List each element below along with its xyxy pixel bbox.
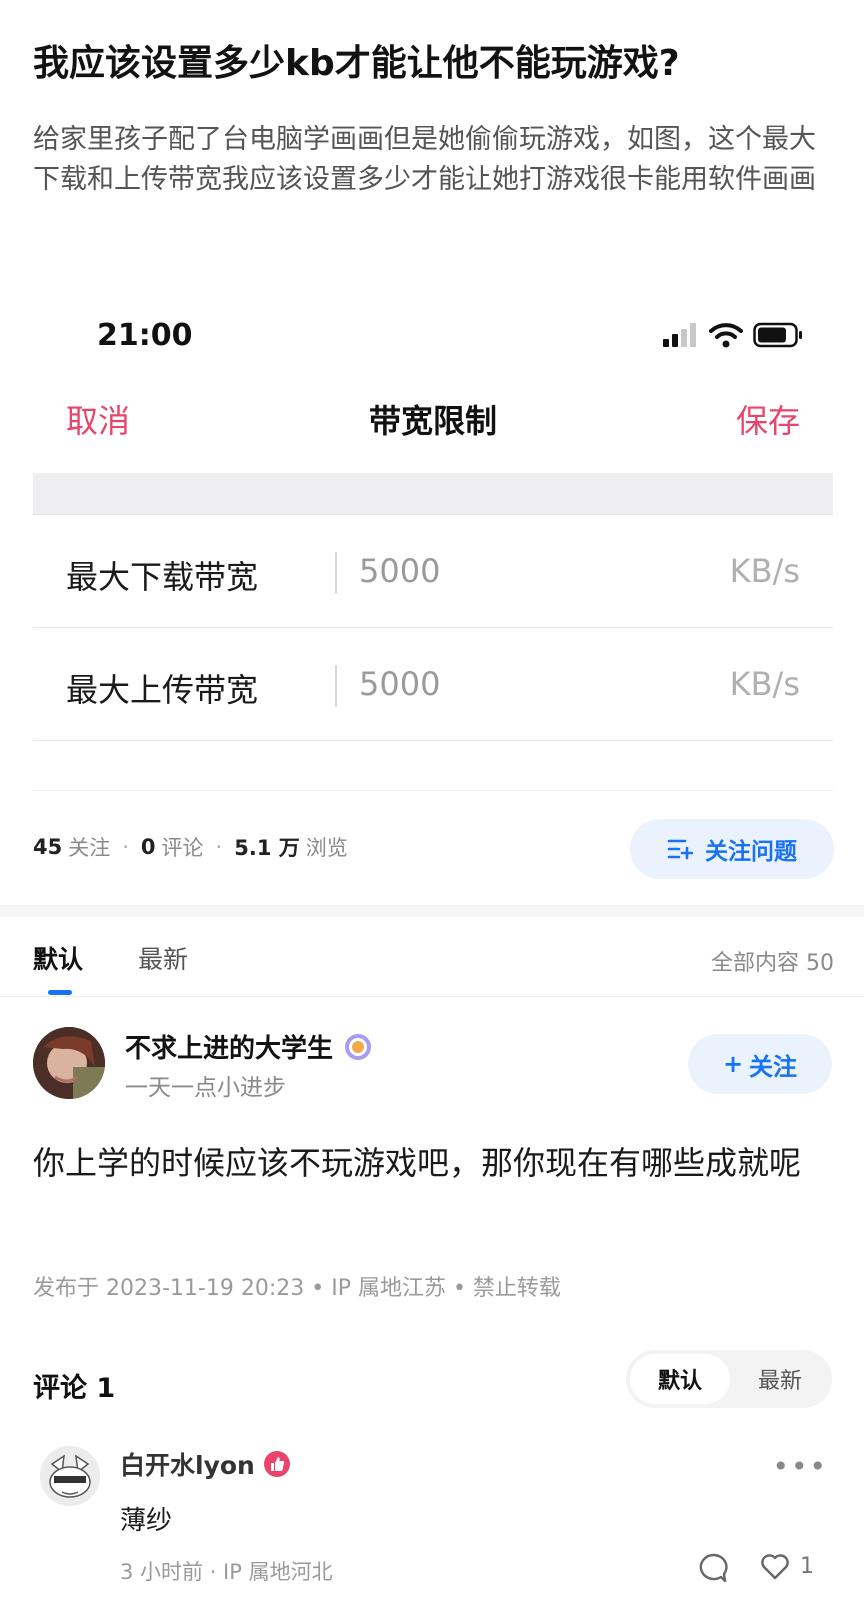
upload-bandwidth-unit: KB/s bbox=[729, 665, 800, 703]
views-label: 浏览 bbox=[305, 836, 348, 860]
bandwidth-nav-bar: 取消 带宽限制 保存 bbox=[33, 390, 833, 450]
more-options-icon[interactable]: ••• bbox=[772, 1450, 828, 1483]
commenter-avatar[interactable] bbox=[40, 1446, 100, 1506]
signal-icon bbox=[663, 323, 696, 347]
comments-label: 评论 bbox=[161, 836, 204, 860]
question-title: 我应该设置多少kb才能让他不能玩游戏? bbox=[33, 43, 680, 84]
image-bottom-border bbox=[33, 790, 833, 791]
answer-meta: 发布于 2023-11-19 20:23 • IP 属地江苏 • 禁止转载 bbox=[33, 1276, 561, 1301]
status-time: 21:00 bbox=[97, 318, 193, 353]
bandwidth-title: 带宽限制 bbox=[368, 402, 497, 440]
download-bandwidth-row: 最大下载带宽 5000 KB/s bbox=[33, 516, 833, 628]
comment-text: 薄纱 bbox=[120, 1506, 173, 1536]
all-content-count[interactable]: 全部内容 50 bbox=[711, 945, 834, 977]
author-name[interactable]: 不求上进的大学生 bbox=[125, 1028, 333, 1065]
answer-body[interactable]: 你上学的时候应该不玩游戏吧，那你现在有哪些成就呢 bbox=[33, 1135, 833, 1191]
upload-bandwidth-label: 最大上传带宽 bbox=[66, 671, 259, 709]
thumb-badge-icon bbox=[263, 1451, 290, 1477]
sort-newest-button[interactable]: 最新 bbox=[732, 1354, 828, 1404]
author-avatar[interactable] bbox=[33, 1027, 105, 1099]
author-bio: 一天一点小进步 bbox=[125, 1075, 286, 1101]
save-button[interactable]: 保存 bbox=[736, 396, 800, 442]
section-separator bbox=[33, 473, 833, 515]
wifi-icon bbox=[709, 323, 743, 348]
badge-icon bbox=[345, 1033, 372, 1060]
upload-bandwidth-input[interactable]: 5000 bbox=[359, 665, 440, 703]
tab-newest[interactable]: 最新 bbox=[138, 940, 188, 976]
download-bandwidth-unit: KB/s bbox=[729, 552, 800, 590]
download-bandwidth-input[interactable]: 5000 bbox=[359, 552, 440, 590]
question-stats: 45 关注 · 0 评论 · 5.1 万 浏览 bbox=[33, 832, 348, 862]
separator-dot: · bbox=[122, 835, 129, 859]
active-tab-indicator bbox=[48, 990, 72, 995]
question-image[interactable]: 21:00 取消 带宽限制 保存 最大下载带宽 5000 KB/s 最大上传带宽 bbox=[33, 290, 833, 791]
comments-count: 0 bbox=[140, 835, 156, 859]
tab-default[interactable]: 默认 bbox=[33, 940, 83, 976]
comments-title: 评论 1 bbox=[33, 1373, 116, 1404]
tabs-divider bbox=[0, 996, 864, 997]
row-divider bbox=[335, 665, 337, 707]
heart-icon bbox=[761, 1554, 789, 1580]
row-divider bbox=[335, 552, 337, 594]
upload-bandwidth-row: 最大上传带宽 5000 KB/s bbox=[33, 629, 833, 741]
follow-author-button[interactable]: + 关注 bbox=[688, 1034, 832, 1094]
follow-list-icon bbox=[667, 839, 693, 860]
author-name-row: 不求上进的大学生 bbox=[125, 1028, 373, 1065]
reply-icon[interactable] bbox=[697, 1552, 729, 1584]
download-bandwidth-label: 最大下载带宽 bbox=[66, 558, 259, 596]
commenter-name[interactable]: 白开水lyon bbox=[120, 1446, 255, 1482]
follow-question-button[interactable]: 关注问题 bbox=[630, 819, 834, 879]
comment-sort-toggle: 默认 最新 bbox=[626, 1350, 832, 1408]
separator-dot: · bbox=[215, 835, 223, 859]
sort-default-button[interactable]: 默认 bbox=[630, 1354, 730, 1404]
followers-count: 45 bbox=[33, 835, 63, 859]
commenter-name-row: 白开水lyon bbox=[120, 1446, 291, 1482]
follow-question-label: 关注问题 bbox=[705, 839, 797, 865]
battery-icon bbox=[753, 322, 802, 348]
like-button[interactable]: 1 bbox=[760, 1552, 814, 1580]
question-description: 给家里孩子配了台电脑学画画但是她偷偷玩游戏，如图，这个最大下载和上传带宽我应该设… bbox=[33, 124, 816, 195]
plus-icon: + bbox=[722, 1050, 744, 1078]
section-divider bbox=[0, 905, 864, 917]
views-count: 5.1 万 bbox=[234, 836, 300, 860]
followers-label: 关注 bbox=[68, 836, 111, 860]
comment-meta: 3 小时前 · IP 属地河北 bbox=[120, 1560, 333, 1584]
status-icons bbox=[663, 320, 803, 350]
like-count: 1 bbox=[800, 1553, 814, 1579]
follow-author-label: 关注 bbox=[749, 1052, 798, 1081]
